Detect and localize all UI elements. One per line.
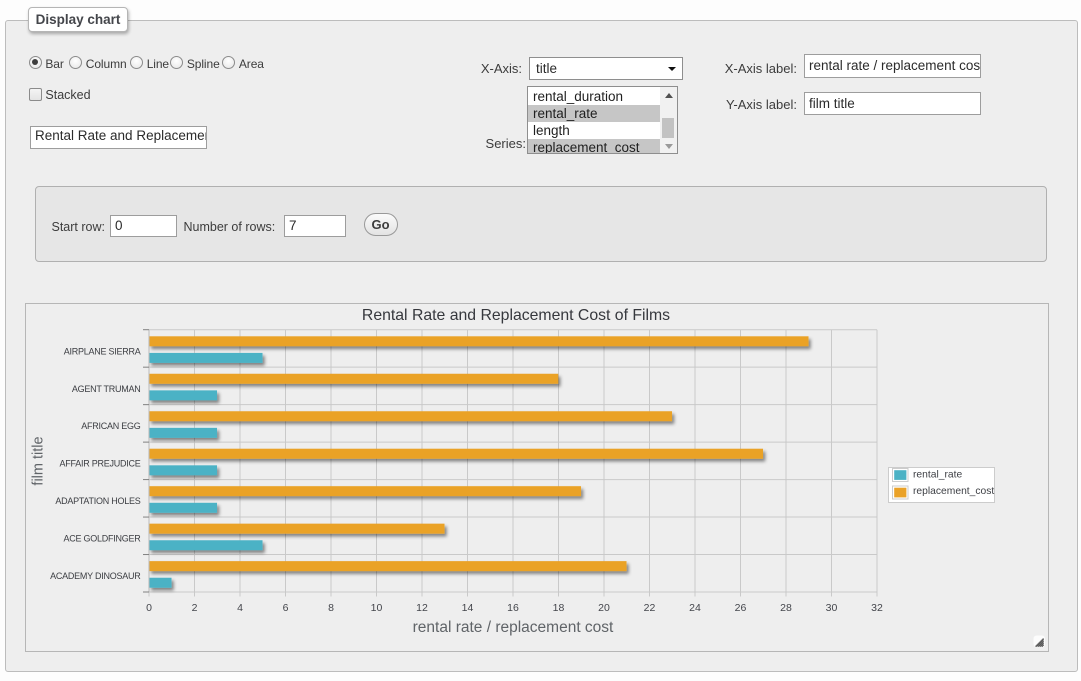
svg-text:18: 18 <box>553 602 565 614</box>
svg-text:8: 8 <box>328 602 334 614</box>
svg-text:ADAPTATION HOLES: ADAPTATION HOLES <box>55 496 140 506</box>
svg-text:0: 0 <box>146 602 152 614</box>
svg-text:2: 2 <box>192 602 198 614</box>
svg-text:32: 32 <box>871 602 883 614</box>
svg-text:14: 14 <box>462 602 474 614</box>
svg-text:16: 16 <box>507 602 519 614</box>
svg-text:AFFAIR PREJUDICE: AFFAIR PREJUDICE <box>59 459 140 469</box>
svg-text:ACADEMY DINOSAUR: ACADEMY DINOSAUR <box>50 571 141 581</box>
svg-text:Rental Rate and Replacement Co: Rental Rate and Replacement Cost of Film… <box>362 307 670 324</box>
svg-text:24: 24 <box>689 602 701 614</box>
svg-text:rental_rate: rental_rate <box>913 469 963 480</box>
svg-text:4: 4 <box>237 602 243 614</box>
svg-text:12: 12 <box>416 602 428 614</box>
svg-text:30: 30 <box>826 602 838 614</box>
svg-text:AGENT TRUMAN: AGENT TRUMAN <box>72 384 141 394</box>
svg-text:22: 22 <box>644 602 656 614</box>
svg-text:26: 26 <box>735 602 747 614</box>
svg-text:20: 20 <box>598 602 610 614</box>
svg-text:10: 10 <box>371 602 383 614</box>
svg-text:rental rate / replacement cost: rental rate / replacement cost <box>413 619 614 636</box>
svg-text:replacement_cost: replacement_cost <box>913 486 994 497</box>
svg-text:film title: film title <box>31 436 47 485</box>
svg-text:AFRICAN EGG: AFRICAN EGG <box>81 421 141 431</box>
svg-text:AIRPLANE SIERRA: AIRPLANE SIERRA <box>64 346 141 356</box>
svg-text:ACE GOLDFINGER: ACE GOLDFINGER <box>63 534 141 544</box>
svg-text:28: 28 <box>780 602 792 614</box>
svg-text:6: 6 <box>283 602 289 614</box>
